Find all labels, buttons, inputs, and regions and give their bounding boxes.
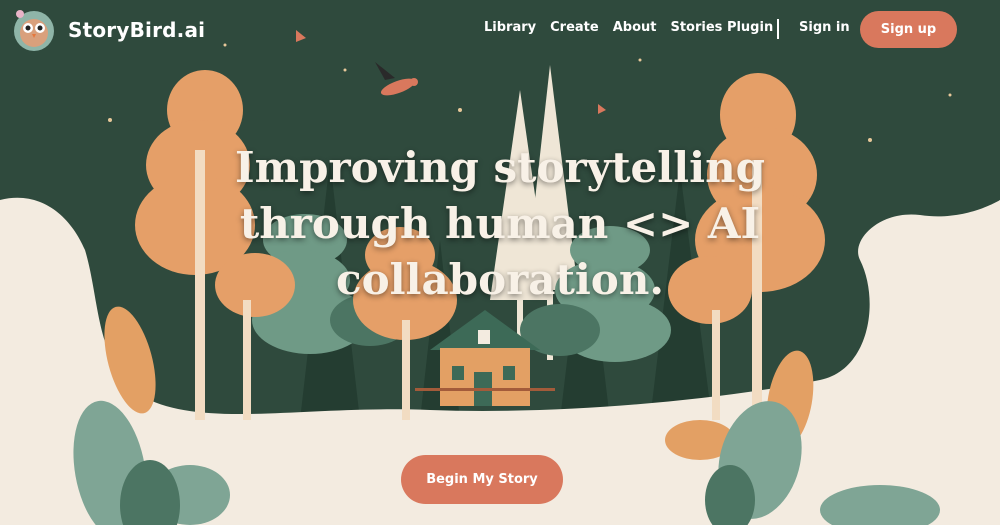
headline-line-2: through human <> AI — [239, 199, 761, 248]
signup-button[interactable]: Sign up — [860, 11, 957, 48]
headline-line-3: collaboration. — [336, 255, 664, 304]
top-navbar: StoryBird.ai Library Create About Storie… — [0, 0, 1000, 60]
bird-mascot-icon — [14, 10, 54, 51]
brand-name: StoryBird.ai — [68, 18, 206, 42]
hero-headline: Improving storytelling through human <> … — [180, 140, 820, 308]
brand-logo[interactable]: StoryBird.ai — [10, 6, 205, 54]
nav-links: Library Create About Stories Plugin — [484, 20, 787, 35]
nav-link-stories-plugin[interactable]: Stories Plugin — [670, 20, 773, 35]
nav-link-create[interactable]: Create — [550, 20, 599, 35]
nav-divider — [777, 19, 779, 39]
headline-line-1: Improving storytelling — [235, 143, 765, 192]
signin-link[interactable]: Sign in — [799, 20, 850, 35]
begin-story-button[interactable]: Begin My Story — [401, 455, 563, 504]
nav-link-library[interactable]: Library — [484, 20, 536, 35]
nav-link-about[interactable]: About — [613, 20, 657, 35]
